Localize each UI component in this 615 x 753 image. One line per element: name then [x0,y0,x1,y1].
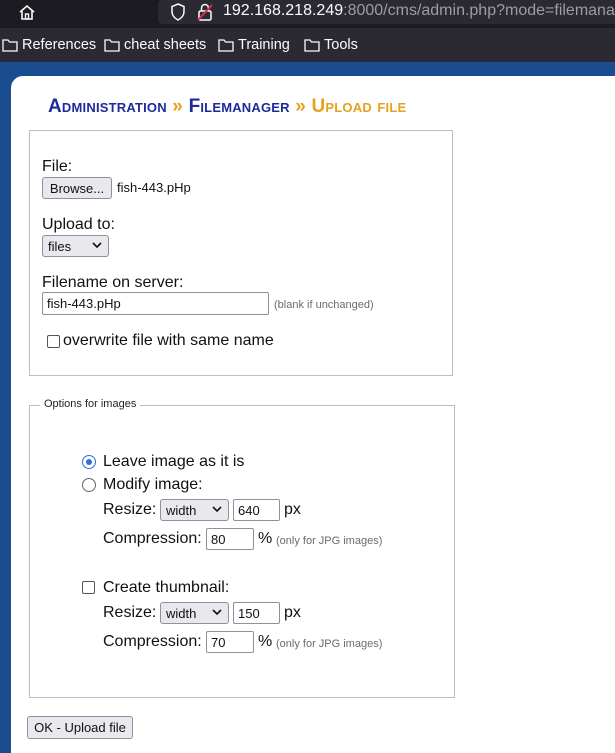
selected-file-name: fish-443.pHp [117,180,191,195]
breadcrumb-filemanager[interactable]: Filemanager [189,96,290,117]
bookmark-cheat-sheets[interactable]: cheat sheets [104,36,206,54]
upload-to-label: Upload to: [42,216,115,233]
create-thumbnail-checkbox[interactable] [82,581,95,594]
thumb-compression-percent: % [258,633,273,650]
thumb-resize-label: Resize: [103,604,157,621]
thumb-jpg-hint: (only for JPG images) [276,638,383,650]
thumb-resize-mode-value: width [166,605,197,621]
breadcrumb-administration[interactable]: Administration [48,96,167,117]
bookmarks-bar: References cheat sheets Training Tools [0,28,615,62]
resize-mode-select[interactable]: width [160,499,229,521]
modify-image-label: Modify image: [103,476,203,493]
bookmark-training[interactable]: Training [218,36,290,54]
thumb-resize-px-unit: px [284,604,301,621]
leave-image-radio[interactable] [82,455,96,469]
breadcrumb-separator: » [289,96,312,117]
thumb-compression-label: Compression: [103,633,202,650]
filename-input[interactable]: fish-443.pHp [42,292,269,315]
resize-px-unit: px [284,501,301,518]
bookmark-label: cheat sheets [124,37,207,53]
breadcrumb-separator: » [166,96,189,117]
bookmark-references[interactable]: References [2,36,96,54]
folder-icon [104,39,120,52]
jpg-hint: (only for JPG images) [276,535,383,547]
filename-hint: (blank if unchanged) [274,299,374,311]
home-icon[interactable] [17,3,37,23]
thumb-resize-mode-select[interactable]: width [160,602,229,624]
folder-icon [2,39,18,52]
image-options-legend: Options for images [40,398,141,410]
upload-submit-button[interactable]: OK - Upload file [27,716,133,739]
file-label: File: [42,158,73,175]
url-text[interactable]: 192.168.218.249:8000/cms/admin.php?mode=… [223,1,615,21]
resize-label: Resize: [103,501,157,518]
compression-label: Compression: [103,530,202,547]
insecure-lock-icon[interactable] [197,3,213,21]
thumb-compression-input[interactable]: 70 [206,631,254,653]
compression-percent: % [258,530,273,547]
resize-value-input[interactable]: 640 [233,499,280,521]
folder-icon [304,39,320,52]
bookmark-tools[interactable]: Tools [304,36,358,54]
thumb-resize-value-input[interactable]: 150 [233,602,280,624]
breadcrumb-upload-file: Upload file [311,96,407,117]
upload-to-select[interactable]: files [42,235,109,257]
chevron-down-icon [92,242,102,249]
filename-label: Filename on server: [42,274,184,291]
chevron-down-icon [212,609,222,616]
modify-image-radio[interactable] [82,478,96,492]
bookmark-label: References [22,37,97,53]
upload-to-value: files [48,238,72,254]
url-path: :8000/cms/admin.php?mode=filemanage [343,2,615,19]
browse-button[interactable]: Browse... [42,177,112,199]
create-thumbnail-label: Create thumbnail: [103,579,230,596]
chevron-down-icon [212,506,222,513]
url-host: 192.168.218.249 [223,2,344,19]
resize-mode-value: width [166,502,197,518]
overwrite-label: overwrite file with same name [63,332,274,349]
folder-icon [218,39,234,52]
bookmark-label: Tools [324,37,358,53]
compression-input[interactable]: 80 [206,528,254,550]
image-options-fieldset [29,405,455,698]
bookmark-label: Training [238,37,290,53]
page-title: Administration » Filemanager » Upload fi… [48,96,406,118]
overwrite-checkbox[interactable] [47,335,60,348]
shield-icon[interactable] [170,3,186,21]
leave-image-label: Leave image as it is [103,453,245,470]
browser-toolbar: 192.168.218.249:8000/cms/admin.php?mode=… [0,0,615,28]
